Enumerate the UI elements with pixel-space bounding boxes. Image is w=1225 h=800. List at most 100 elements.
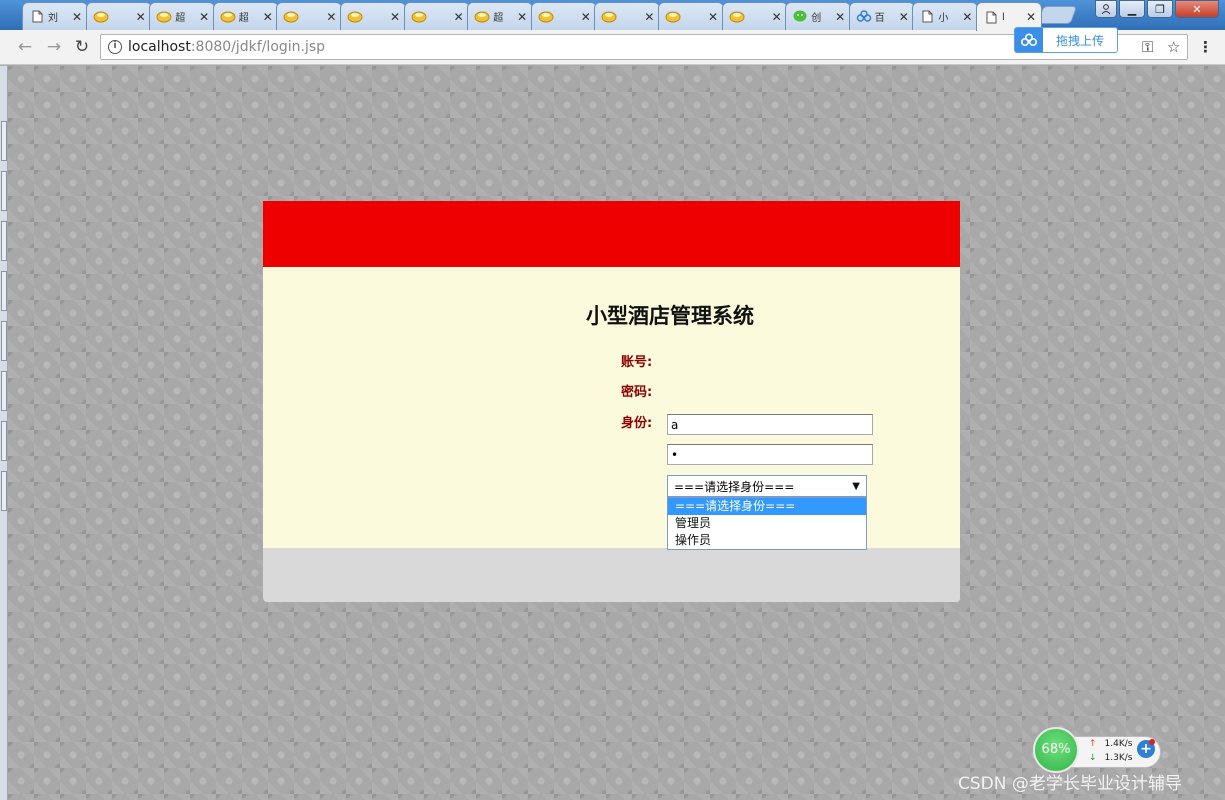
notification-dot <box>1149 739 1155 745</box>
url-text: localhost:8080/jdkf/login.jsp <box>128 39 325 55</box>
close-tab-icon[interactable]: ✕ <box>135 11 147 23</box>
close-tab-icon[interactable]: ✕ <box>961 11 973 23</box>
close-tab-icon[interactable]: ✕ <box>1025 11 1037 23</box>
close-tab-icon[interactable]: ✕ <box>771 11 783 23</box>
download-speed-value: 1.3K/s <box>1104 753 1133 763</box>
role-option[interactable]: ===请选择身份=== <box>668 498 866 515</box>
drag-upload-button[interactable]: 拖拽上传 <box>1014 27 1118 53</box>
login-panel: 小型酒店管理系统 账号: 密码: 身份: ===请选择身份=== ▼ ===请选… <box>263 201 960 602</box>
network-speed-widget[interactable]: 68% ↑ 1.4K/s ↓ 1.3K/s + <box>1033 727 1161 773</box>
browser-tab[interactable]: ✕ <box>530 2 597 30</box>
speed-percent-badge[interactable]: 68% <box>1033 727 1079 773</box>
browser-tab[interactable]: 创 ✕ <box>785 2 852 30</box>
password-label: 密码: <box>621 385 653 400</box>
forward-button[interactable]: → <box>43 36 65 58</box>
new-tab-button[interactable] <box>1036 6 1078 24</box>
browser-tab[interactable]: 百 ✕ <box>848 2 915 30</box>
panel-header <box>263 201 960 267</box>
upload-label: 拖拽上传 <box>1055 33 1104 48</box>
bookmark-star-icon[interactable]: ☆ <box>1167 38 1180 56</box>
close-tab-icon[interactable]: ✕ <box>71 11 83 23</box>
role-option[interactable]: 操作员 <box>668 532 866 549</box>
download-speed: ↓ 1.3K/s <box>1089 753 1132 763</box>
cup-icon <box>538 9 554 25</box>
url-host: localhost <box>128 39 191 55</box>
account-input[interactable] <box>667 414 873 435</box>
close-window-button[interactable]: ✕ <box>1175 0 1219 18</box>
browser-tab[interactable]: 超 ✕ <box>149 2 216 30</box>
cup-icon <box>665 9 681 25</box>
tab-title: 超 <box>493 13 504 24</box>
browser-tab[interactable]: ✕ <box>403 2 470 30</box>
cup-icon <box>283 9 299 25</box>
browser-tab[interactable]: ✕ <box>85 2 152 30</box>
upload-speed: ↑ 1.4K/s <box>1089 739 1132 749</box>
cup-icon <box>601 9 617 25</box>
close-tab-icon[interactable]: ✕ <box>898 11 910 23</box>
password-input[interactable] <box>667 444 873 465</box>
menu-icon[interactable]: ⋮ <box>1198 38 1213 56</box>
tab-title: 创 <box>811 13 822 24</box>
role-select-value: ===请选择身份=== <box>674 479 795 494</box>
upload-speed-value: 1.4K/s <box>1104 739 1133 749</box>
tab-title: 超 <box>238 13 249 24</box>
system-title: 小型酒店管理系统 <box>586 304 754 328</box>
close-tab-icon[interactable]: ✕ <box>643 11 655 23</box>
dropdown-arrow-icon: ▼ <box>852 480 860 492</box>
tab-strip: 刘 ✕ ✕ 超 ✕ 超 ✕ ✕ ✕ ✕ 超 ✕ ✕ ✕ ✕ ✕ 创 ✕ 百 ✕ 小 ✕ l ✕ <box>0 0 1225 31</box>
close-tab-icon[interactable]: ✕ <box>198 11 210 23</box>
panel-footer <box>263 548 960 602</box>
browser-tab[interactable]: 小 ✕ <box>912 2 979 30</box>
baidu-cloud-icon <box>1015 28 1043 52</box>
url-path: :8080/jdkf/login.jsp <box>190 39 326 55</box>
panel-body: 小型酒店管理系统 账号: 密码: 身份: ===请选择身份=== ▼ ===请选… <box>263 267 960 550</box>
watermark-text: CSDN @老学长毕业设计辅导 <box>958 774 1182 794</box>
browser-tab[interactable]: ✕ <box>340 2 406 30</box>
tab-title: 百 <box>874 13 885 24</box>
cup-icon <box>220 9 236 25</box>
role-label: 身份: <box>621 416 653 431</box>
cup-icon <box>156 9 172 25</box>
info-icon[interactable]: i <box>108 40 122 54</box>
wechat-icon <box>792 9 808 25</box>
browser-tab[interactable]: ✕ <box>276 2 343 30</box>
page-icon <box>29 9 45 25</box>
cup-icon <box>93 9 109 25</box>
role-dropdown: ===请选择身份=== 管理员 操作员 <box>667 497 867 550</box>
browser-tab[interactable]: ✕ <box>721 2 788 30</box>
browser-tab[interactable]: 刘 ✕ <box>22 2 88 30</box>
cup-icon <box>411 9 427 25</box>
maximize-button[interactable]: ❐ <box>1147 0 1173 18</box>
download-arrow-icon: ↓ <box>1089 753 1097 763</box>
page-icon <box>919 9 935 25</box>
browser-tab[interactable]: ✕ <box>658 2 724 30</box>
close-tab-icon[interactable]: ✕ <box>453 11 465 23</box>
window-controls: ▁ ❐ ✕ <box>1095 0 1219 20</box>
left-edge-bar <box>0 66 8 800</box>
browser-tab[interactable]: 超 ✕ <box>212 2 279 30</box>
back-button[interactable]: ← <box>14 36 36 58</box>
browser-tab[interactable]: 超 ✕ <box>467 2 534 30</box>
role-select[interactable]: ===请选择身份=== ▼ <box>667 475 867 497</box>
key-icon[interactable]: ⚿ <box>1142 38 1153 56</box>
account-label: 账号: <box>621 355 653 370</box>
role-option[interactable]: 管理员 <box>668 515 866 532</box>
baidu-cloud-icon <box>856 9 872 25</box>
page-icon <box>983 9 999 25</box>
close-tab-icon[interactable]: ✕ <box>834 11 846 23</box>
tab-title: 小 <box>938 13 949 24</box>
browser-tab[interactable]: ✕ <box>594 2 661 30</box>
close-tab-icon[interactable]: ✕ <box>580 11 592 23</box>
cup-icon <box>474 9 490 25</box>
close-tab-icon[interactable]: ✕ <box>389 11 401 23</box>
close-tab-icon[interactable]: ✕ <box>262 11 274 23</box>
cup-icon <box>347 9 363 25</box>
minimize-button[interactable]: ▁ <box>1119 0 1145 18</box>
user-icon[interactable] <box>1095 0 1117 18</box>
tab-title: 刘 <box>48 13 58 24</box>
close-tab-icon[interactable]: ✕ <box>707 11 719 23</box>
cup-icon <box>729 9 745 25</box>
reload-button[interactable]: ↻ <box>71 36 93 58</box>
close-tab-icon[interactable]: ✕ <box>516 11 528 23</box>
close-tab-icon[interactable]: ✕ <box>325 11 337 23</box>
